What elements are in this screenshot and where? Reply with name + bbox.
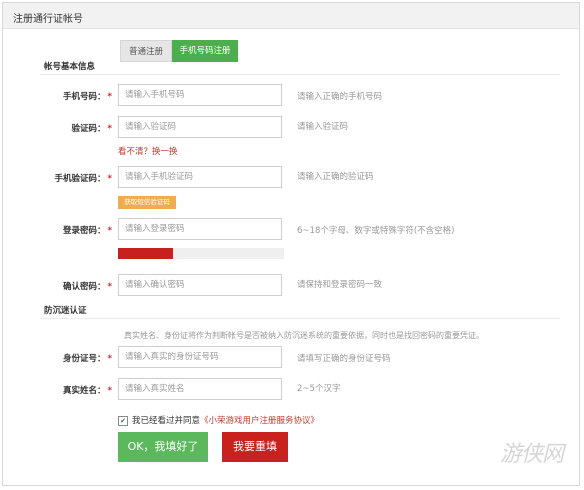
password-strength-fill — [118, 248, 173, 259]
real-name-label: 真实姓名： * — [63, 386, 112, 396]
phone-input[interactable] — [118, 84, 282, 106]
divider — [40, 74, 560, 75]
tab-normal-register[interactable]: 普通注册 — [120, 40, 172, 62]
captcha-hint: 请输入验证码 — [297, 122, 349, 132]
watermark-logo: 游侠网 — [500, 442, 564, 467]
section-title-anti-addiction: 防沉迷认证 — [44, 306, 87, 316]
phone-label: 手机号码： * — [63, 92, 112, 102]
phone-hint: 请输入正确的手机号码 — [297, 92, 383, 102]
agreement-row: ✔ 我已经看过并同意《小荣游戏用户注册服务协议》 — [118, 414, 319, 426]
reset-button[interactable]: 我要重填 — [222, 432, 288, 462]
real-name-hint: 2~5个汉字 — [297, 384, 341, 394]
captcha-label: 验证码： * — [71, 124, 112, 134]
sms-code-label: 手机验证码： * — [54, 174, 112, 184]
panel-header: 注册通行证帐号 — [3, 3, 579, 29]
submit-button[interactable]: OK，我填好了 — [118, 432, 208, 462]
password-label: 登录密码： * — [63, 226, 112, 236]
divider — [40, 318, 560, 319]
get-sms-code-button[interactable]: 获取短信验证码 — [118, 196, 176, 209]
id-card-label: 身份证号： * — [63, 354, 112, 364]
real-name-input[interactable] — [118, 378, 282, 400]
sms-code-hint: 请输入正确的验证码 — [297, 172, 374, 182]
captcha-refresh-link[interactable]: 看不清？换一换 — [118, 145, 178, 157]
captcha-input[interactable] — [118, 116, 282, 138]
id-card-input[interactable] — [118, 346, 282, 368]
panel-title: 注册通行证帐号 — [13, 14, 83, 25]
agreement-text: 我已经看过并同意 — [132, 416, 201, 426]
tab-phone-register[interactable]: 手机号码注册 — [172, 40, 238, 62]
anti-addiction-info: 真实姓名、身份证将作为判断帐号是否被纳入防沉迷系统的重要依据，同时也是找回密码的… — [124, 331, 484, 340]
password-input[interactable] — [118, 218, 282, 240]
password-hint: 6~18个字母、数字或特殊字符(不含空格) — [297, 226, 455, 236]
confirm-password-hint: 请保持和登录密码一致 — [297, 280, 383, 290]
id-card-hint: 请填写正确的身份证号码 — [297, 354, 391, 364]
section-title-basic: 帐号基本信息 — [44, 62, 96, 72]
confirm-password-label: 确认密码： * — [63, 282, 112, 292]
password-strength-bar — [118, 248, 284, 259]
confirm-password-input[interactable] — [118, 274, 282, 296]
agreement-link[interactable]: 《小荣游戏用户注册服务协议》 — [200, 416, 319, 426]
sms-code-input[interactable] — [118, 166, 282, 188]
agreement-checkbox[interactable]: ✔ — [118, 415, 128, 426]
